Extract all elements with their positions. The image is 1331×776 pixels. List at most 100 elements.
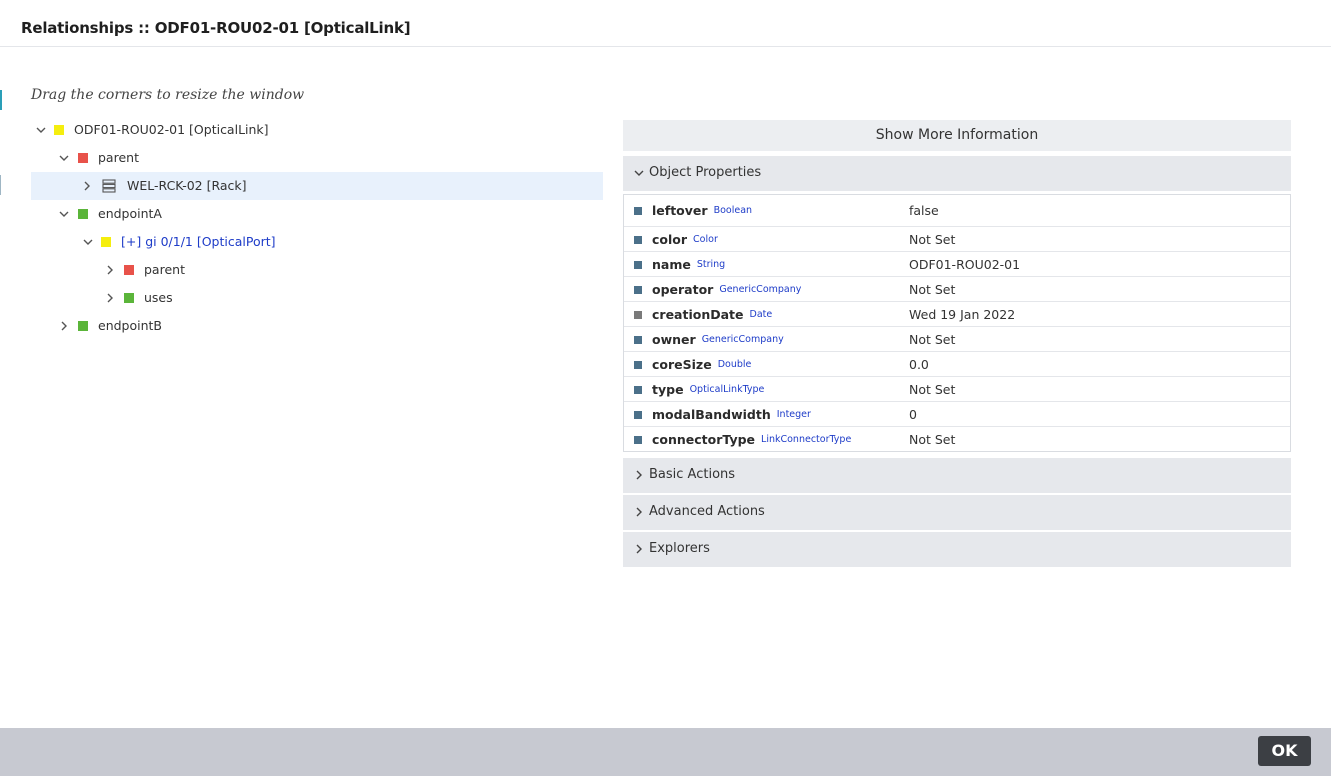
property-name-text: operator xyxy=(652,282,714,297)
relation-color-icon xyxy=(78,209,88,219)
property-value: ODF01-ROU02-01 xyxy=(909,257,1021,272)
tree-node-parent[interactable]: parent xyxy=(31,144,603,172)
section-label: Explorers xyxy=(649,541,710,556)
rack-icon xyxy=(102,179,116,193)
dialog-title-bar[interactable]: Relationships :: ODF01-ROU02-01 [Optical… xyxy=(0,0,1331,47)
window-edge-marker xyxy=(0,90,2,110)
property-value: Not Set xyxy=(909,332,956,347)
tree-node-label: uses xyxy=(144,290,173,305)
property-value: Not Set xyxy=(909,432,956,447)
chevron-right-icon[interactable] xyxy=(104,292,116,304)
property-value: Wed 19 Jan 2022 xyxy=(909,307,1016,322)
property-name: modalBandwidth Integer xyxy=(652,407,811,422)
tree-node-port-uses[interactable]: uses xyxy=(31,284,603,312)
property-name-text: color xyxy=(652,232,688,247)
property-name-text: leftover xyxy=(652,203,708,218)
chevron-down-icon[interactable] xyxy=(58,208,70,220)
property-type-link[interactable]: Integer xyxy=(777,409,811,420)
property-name: creationDate Date xyxy=(652,307,772,322)
property-row-type[interactable]: type OpticalLinkType Not Set xyxy=(624,376,1290,401)
property-row-name[interactable]: name String ODF01-ROU02-01 xyxy=(624,251,1290,276)
relation-color-icon xyxy=(78,321,88,331)
property-name-text: connectorType xyxy=(652,432,756,447)
property-type-link[interactable]: Color xyxy=(693,234,718,245)
property-type-link[interactable]: GenericCompany xyxy=(719,284,801,295)
chevron-down-icon[interactable] xyxy=(58,152,70,164)
window-edge-marker xyxy=(0,175,1,195)
chevron-right-icon xyxy=(633,506,645,518)
tree-node-label: endpointA xyxy=(98,206,162,221)
property-type-link[interactable]: Date xyxy=(750,309,773,320)
property-type-link[interactable]: Double xyxy=(718,359,752,370)
tree-node-label: parent xyxy=(98,150,139,165)
tree-node-optical-port[interactable]: [+] gi 0/1/1 [OpticalPort] xyxy=(31,228,603,256)
properties-table: leftover Boolean false color Color Not Set nam… xyxy=(623,194,1291,452)
property-value: 0 xyxy=(909,407,917,422)
property-row-color[interactable]: color Color Not Set xyxy=(624,226,1290,251)
property-name-text: modalBandwidth xyxy=(652,407,771,422)
property-type-link[interactable]: OpticalLinkType xyxy=(690,384,765,395)
property-type-link[interactable]: GenericCompany xyxy=(702,334,784,345)
property-value: 0.0 xyxy=(909,357,929,372)
dialog-title: Relationships :: ODF01-ROU02-01 [Optical… xyxy=(21,19,411,37)
property-type-link[interactable]: String xyxy=(697,259,725,270)
ok-button[interactable]: OK xyxy=(1258,736,1311,766)
property-row-connectorType[interactable]: connectorType LinkConnectorType Not Set xyxy=(624,426,1290,451)
property-name: name String xyxy=(652,257,725,272)
tree-node-link-label[interactable]: [+] gi 0/1/1 [OpticalPort] xyxy=(121,234,276,249)
property-name: connectorType LinkConnectorType xyxy=(652,432,851,447)
section-label: Basic Actions xyxy=(649,467,736,482)
relationships-dialog: Relationships :: ODF01-ROU02-01 [Optical… xyxy=(0,0,1331,776)
chevron-right-icon[interactable] xyxy=(104,264,116,276)
property-bullet-icon xyxy=(634,236,642,244)
relation-color-icon xyxy=(124,293,134,303)
tree-node-label: ODF01-ROU02-01 [OpticalLink] xyxy=(74,122,269,137)
type-color-icon xyxy=(54,125,64,135)
property-row-leftover[interactable]: leftover Boolean false xyxy=(624,195,1290,226)
tree-node-endpoint-a[interactable]: endpointA xyxy=(31,200,603,228)
chevron-right-icon[interactable] xyxy=(81,180,93,192)
property-bullet-icon xyxy=(634,411,642,419)
tree-node-rack[interactable]: WEL-RCK-02 [Rack] xyxy=(31,172,603,200)
property-row-owner[interactable]: owner GenericCompany Not Set xyxy=(624,326,1290,351)
property-value: Not Set xyxy=(909,282,956,297)
property-row-coreSize[interactable]: coreSize Double 0.0 xyxy=(624,351,1290,376)
relation-color-icon xyxy=(124,265,134,275)
property-name-text: name xyxy=(652,257,691,272)
chevron-down-icon[interactable] xyxy=(82,236,94,248)
property-type-link[interactable]: Boolean xyxy=(714,205,752,216)
type-color-icon xyxy=(101,237,111,247)
chevron-right-icon xyxy=(633,543,645,555)
dialog-footer xyxy=(0,728,1331,776)
chevron-right-icon[interactable] xyxy=(58,320,70,332)
show-more-information-button[interactable]: Show More Information xyxy=(623,120,1291,151)
property-name: coreSize Double xyxy=(652,357,751,372)
property-name: type OpticalLinkType xyxy=(652,382,764,397)
tree-node-port-parent[interactable]: parent xyxy=(31,256,603,284)
property-bullet-icon xyxy=(634,336,642,344)
property-type-link[interactable]: LinkConnectorType xyxy=(761,434,851,445)
section-advanced-actions[interactable]: Advanced Actions xyxy=(623,495,1291,530)
property-bullet-icon xyxy=(634,386,642,394)
property-name: color Color xyxy=(652,232,718,247)
property-bullet-icon xyxy=(634,361,642,369)
chevron-down-icon[interactable] xyxy=(35,124,47,136)
property-bullet-icon xyxy=(634,286,642,294)
property-row-creationDate[interactable]: creationDate Date Wed 19 Jan 2022 xyxy=(624,301,1290,326)
property-name-text: type xyxy=(652,382,684,397)
chevron-right-icon xyxy=(633,469,645,481)
tree-node-label: WEL-RCK-02 [Rack] xyxy=(127,178,247,193)
property-row-operator[interactable]: operator GenericCompany Not Set xyxy=(624,276,1290,301)
property-value: Not Set xyxy=(909,382,956,397)
section-explorers[interactable]: Explorers xyxy=(623,532,1291,567)
property-row-modalBandwidth[interactable]: modalBandwidth Integer 0 xyxy=(624,401,1290,426)
section-basic-actions[interactable]: Basic Actions xyxy=(623,458,1291,493)
section-label: Object Properties xyxy=(649,165,762,180)
tree-node-endpoint-b[interactable]: endpointB xyxy=(31,312,603,340)
property-name: leftover Boolean xyxy=(652,203,752,218)
tree-node-root[interactable]: ODF01-ROU02-01 [OpticalLink] xyxy=(31,116,603,144)
property-value: Not Set xyxy=(909,232,956,247)
resize-hint: Drag the corners to resize the window xyxy=(31,87,305,103)
relation-color-icon xyxy=(78,153,88,163)
section-object-properties[interactable]: Object Properties xyxy=(623,156,1291,191)
